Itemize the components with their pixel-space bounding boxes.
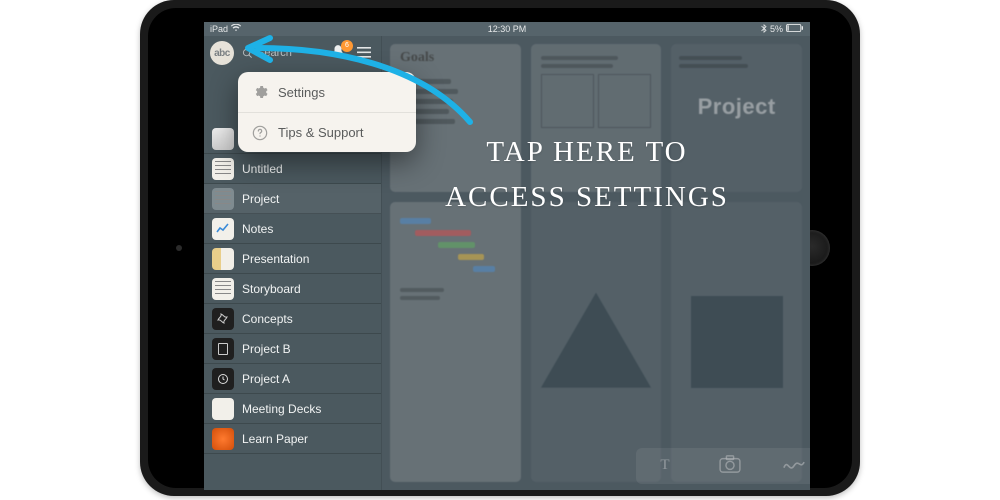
card-gantt[interactable] [390,202,521,482]
sidebar-item-label: Meeting Decks [242,402,321,416]
sidebar-item-concepts[interactable]: Concepts [204,304,381,334]
sidebar-item-label: Notes [242,222,273,236]
sidebar-header: abc Search 6 [204,36,381,70]
popover-item-tips[interactable]: Tips & Support [238,112,416,152]
svg-text:T: T [660,457,669,473]
sidebar-item-notes[interactable]: Notes [204,214,381,244]
sidebar-item-project-a[interactable]: Project A [204,364,381,394]
camera-tool[interactable] [719,455,741,478]
sidebar-item-storyboard[interactable]: Storyboard [204,274,381,304]
profile-avatar[interactable]: abc [210,41,234,65]
profile-popover: Settings Tips & Support [238,72,416,152]
ipad-frame: iPad 12:30 PM 5% [140,0,860,496]
status-bar: iPad 12:30 PM 5% [204,22,810,36]
search-icon [242,48,253,59]
text-tool[interactable]: T [657,454,677,479]
card-cover-title: Project [671,94,802,120]
popover-item-settings[interactable]: Settings [238,72,416,112]
search-input[interactable]: Search [240,42,323,64]
sidebar-item-label: Untitled [242,162,283,176]
card-title: Goals [390,44,521,72]
card-triangle[interactable] [531,202,662,482]
square-shape [691,296,783,388]
notifications-button[interactable]: 6 [329,44,347,63]
card-square[interactable] [671,202,802,482]
sidebar-item-project-b[interactable]: Project B [204,334,381,364]
gear-icon [252,84,268,100]
front-camera [176,245,182,251]
sidebar: abc Search 6 [204,36,382,490]
tool-bar: T [636,448,810,484]
sidebar-item-learn-paper[interactable]: Learn Paper [204,424,381,454]
menu-button[interactable] [353,46,375,61]
sidebar-item-label: Storyboard [242,282,301,296]
sidebar-item-label: Presentation [242,252,309,266]
popover-settings-label: Settings [278,85,325,100]
triangle-shape [541,293,651,388]
sidebar-item-label: Concepts [242,312,293,326]
help-icon [252,125,268,141]
popover-tips-label: Tips & Support [278,125,364,140]
sidebar-item-meeting-decks[interactable]: Meeting Decks [204,394,381,424]
card-timeline[interactable] [531,44,662,192]
draw-tool[interactable] [783,456,805,477]
app-root: abc Search 6 [204,36,810,490]
card-project-cover[interactable]: Project [671,44,802,192]
card-grid: Goals [382,36,810,490]
ipad-bezel: iPad 12:30 PM 5% [148,8,852,488]
main-canvas[interactable]: Goals [382,36,810,490]
clock-label: 12:30 PM [204,24,810,34]
sidebar-item-project[interactable]: Project [204,184,381,214]
sidebar-item-untitled[interactable]: Untitled [204,154,381,184]
screen: iPad 12:30 PM 5% [204,22,810,490]
sidebar-item-label: Project [242,192,279,206]
sidebar-item-label: Learn Paper [242,432,308,446]
sidebar-item-label: Project A [242,372,290,386]
sidebar-item-label: Project B [242,342,291,356]
search-placeholder: Search [257,47,292,59]
sidebar-item-presentation[interactable]: Presentation [204,244,381,274]
notification-badge: 6 [341,40,353,52]
